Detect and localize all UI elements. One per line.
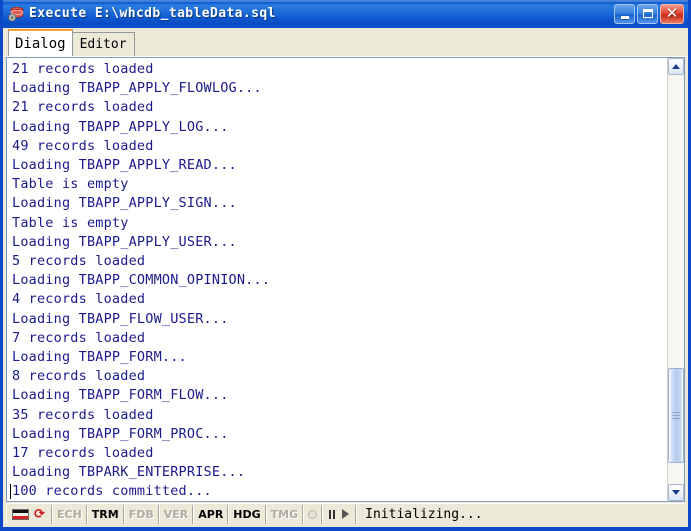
status-indicator-hdg[interactable]: HDG [228, 504, 266, 524]
log-line: Loading TBAPP_APPLY_SIGN... [12, 195, 237, 212]
tab-dialog-label: Dialog [15, 35, 66, 52]
pause-icon[interactable] [329, 509, 336, 519]
tab-dialog[interactable]: Dialog [8, 29, 73, 56]
window-title: Execute E:\whcdb_tableData.sql [29, 6, 276, 21]
log-line: Loading TBAPP_FLOW_USER... [12, 310, 229, 327]
log-line: Loading TBAPP_APPLY_READ... [12, 157, 237, 174]
play-icon[interactable] [342, 509, 350, 519]
status-indicators: ECH TRM FDB VER APR HDG TMG [52, 504, 304, 524]
log-line: Loading TBAPP_APPLY_LOG... [12, 118, 229, 135]
minimize-icon [620, 15, 629, 19]
log-line: 5 records loaded [12, 253, 146, 270]
application-window: Execute E:\whcdb_tableData.sql ✕ Dialog … [0, 0, 691, 531]
maximize-button[interactable] [637, 3, 658, 24]
log-line: 17 records loaded [12, 445, 154, 462]
log-line: 8 records loaded [12, 368, 146, 385]
log-output[interactable]: 21 records loaded Loading TBAPP_APPLY_FLO… [7, 58, 667, 501]
scroll-down-button[interactable] [668, 484, 684, 501]
tab-editor[interactable]: Editor [71, 32, 135, 56]
transport-controls[interactable] [322, 504, 357, 524]
log-line: 35 records loaded [12, 406, 154, 423]
scroll-down-icon [672, 490, 680, 495]
log-line: Loading TBAPP_FORM_PROC... [12, 425, 229, 442]
status-message: Initializing... [356, 504, 685, 524]
log-line: Table is empty [12, 176, 129, 193]
log-line: 4 records loaded [12, 291, 146, 308]
scroll-up-icon [672, 64, 680, 69]
status-circle-icon [308, 509, 318, 519]
tab-strip: Dialog Editor [3, 28, 688, 57]
status-circle-cell [303, 504, 323, 524]
status-indicator-trm[interactable]: TRM [86, 504, 124, 524]
status-indicator-apr[interactable]: APR [193, 504, 229, 524]
database-gear-icon [7, 5, 25, 23]
scrollbar-track[interactable] [668, 75, 684, 484]
status-icons-cell: ⟳ [6, 504, 52, 524]
log-line: 49 records loaded [12, 137, 154, 154]
log-line: 21 records loaded [12, 61, 154, 77]
status-indicator-tmg[interactable]: TMG [265, 504, 304, 524]
close-icon: ✕ [665, 4, 679, 22]
scrollbar-grip-icon [672, 412, 680, 419]
status-bar: ⟳ ECH TRM FDB VER APR HDG TMG Initializing... [6, 503, 685, 524]
log-line: 21 records loaded [12, 99, 154, 116]
status-indicator-ver[interactable]: VER [158, 504, 194, 524]
close-button[interactable]: ✕ [660, 3, 684, 24]
log-line: 100 records committed... [9, 482, 667, 501]
log-line: Loading TBAPP_APPLY_USER... [12, 233, 237, 250]
log-line: Loading TBPARK_ENTERPRISE... [12, 464, 246, 481]
window-controls: ✕ [614, 3, 684, 24]
log-line: Loading TBAPP_APPLY_FLOWLOG... [12, 80, 262, 97]
log-line: Loading TBAPP_FORM... [12, 349, 187, 366]
refresh-icon[interactable]: ⟳ [33, 508, 46, 521]
flag-icon [12, 508, 29, 520]
status-indicator-fdb[interactable]: FDB [123, 504, 159, 524]
minimize-button[interactable] [614, 3, 635, 24]
tab-editor-label: Editor [79, 37, 127, 52]
vertical-scrollbar[interactable] [667, 58, 684, 501]
scroll-up-button[interactable] [668, 58, 684, 75]
maximize-icon [642, 9, 653, 18]
log-line: 7 records loaded [12, 329, 146, 346]
log-line: Table is empty [12, 214, 129, 231]
log-line: Loading TBAPP_FORM_FLOW... [12, 387, 229, 404]
log-line: Loading TBAPP_COMMON_OPINION... [12, 272, 271, 289]
status-indicator-ech[interactable]: ECH [52, 504, 87, 524]
title-bar[interactable]: Execute E:\whcdb_tableData.sql ✕ [3, 0, 688, 28]
scrollbar-thumb[interactable] [668, 368, 684, 463]
log-panel: 21 records loaded Loading TBAPP_APPLY_FLO… [6, 57, 685, 502]
